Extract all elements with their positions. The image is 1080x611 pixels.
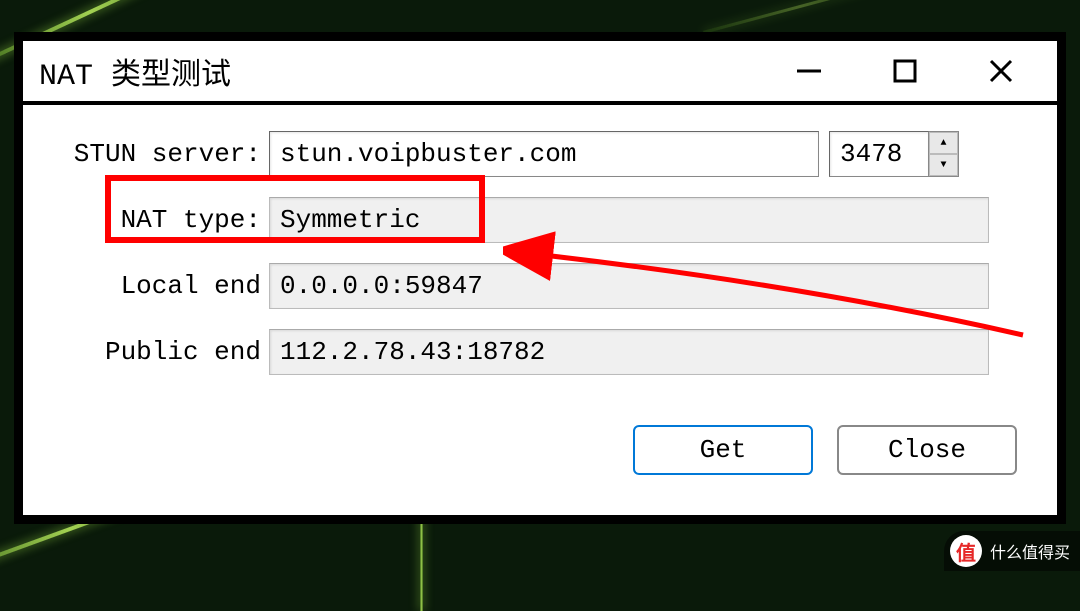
window-controls — [785, 47, 1025, 95]
nat-type-row: NAT type: Symmetric — [59, 195, 1021, 245]
titlebar[interactable]: NAT 类型测试 — [23, 41, 1057, 105]
content-area: STUN server: stun.voipbuster.com 3478 ▲ … — [23, 105, 1057, 475]
port-input[interactable]: 3478 — [829, 131, 929, 177]
nat-type-field: Symmetric — [269, 197, 989, 243]
port-spinner-up[interactable]: ▲ — [929, 132, 958, 154]
nat-type-label: NAT type: — [59, 205, 269, 235]
close-button[interactable]: Close — [837, 425, 1017, 475]
button-row: Get Close — [59, 425, 1021, 475]
local-end-field: 0.0.0.0:59847 — [269, 263, 989, 309]
maximize-button[interactable] — [881, 47, 929, 95]
window-title: NAT 类型测试 — [39, 49, 785, 94]
get-button[interactable]: Get — [633, 425, 813, 475]
stun-server-input[interactable]: stun.voipbuster.com — [269, 131, 819, 177]
minimize-button[interactable] — [785, 47, 833, 95]
watermark-text: 什么值得买 — [990, 539, 1070, 563]
public-end-field: 112.2.78.43:18782 — [269, 329, 989, 375]
stun-server-row: STUN server: stun.voipbuster.com 3478 ▲ … — [59, 129, 1021, 179]
local-end-row: Local end 0.0.0.0:59847 — [59, 261, 1021, 311]
port-spinner: ▲ ▼ — [929, 131, 959, 177]
close-window-button[interactable] — [977, 47, 1025, 95]
stun-server-label: STUN server: — [59, 139, 269, 169]
public-end-label: Public end — [59, 337, 269, 367]
watermark-badge-icon: 值 — [950, 535, 982, 567]
public-end-row: Public end 112.2.78.43:18782 — [59, 327, 1021, 377]
local-end-label: Local end — [59, 271, 269, 301]
watermark: 值 什么值得买 — [944, 531, 1080, 571]
nat-test-window: NAT 类型测试 STUN server: stun.voipbuster.co… — [22, 40, 1058, 516]
port-spinner-down[interactable]: ▼ — [929, 154, 958, 176]
